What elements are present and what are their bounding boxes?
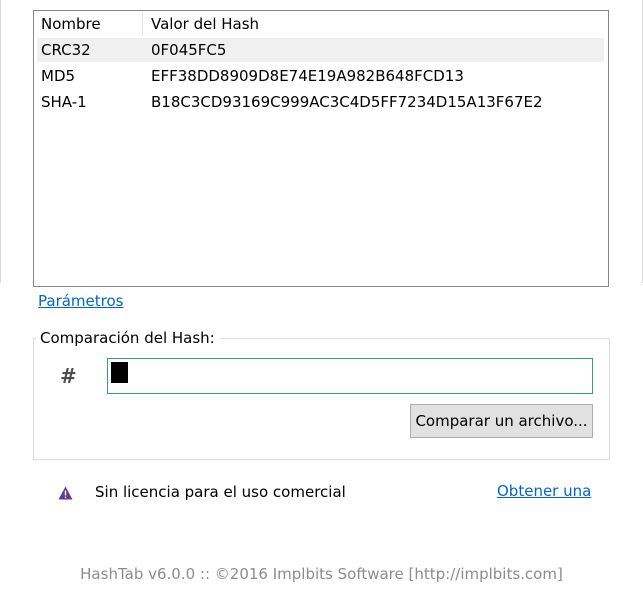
window-left-border <box>0 0 1 283</box>
text-caret <box>111 362 128 383</box>
hash-row-md5[interactable]: MD5 EFF38DD8909D8E74E19A982B648FCD13 <box>37 64 604 88</box>
hash-name: SHA-1 <box>41 93 87 111</box>
warning-icon <box>58 485 73 500</box>
license-notice: Sin licencia para el uso comercial <box>95 483 346 501</box>
hash-row-sha1[interactable]: SHA-1 B18C3CD93169C999AC3C4D5FF7234D15A1… <box>37 90 604 114</box>
compare-file-button[interactable]: Comparar un archivo... <box>410 404 593 438</box>
get-license-link[interactable]: Obtener una <box>497 482 591 500</box>
hash-name: CRC32 <box>41 41 91 59</box>
hash-compare-group <box>33 338 610 460</box>
hash-list-header: Nombre Valor del Hash <box>37 12 604 36</box>
hash-row-crc32[interactable]: CRC32 0F045FC5 <box>37 38 604 62</box>
hash-value: B18C3CD93169C999AC3C4D5FF7234D15A13F67E2 <box>151 93 543 111</box>
column-header-value[interactable]: Valor del Hash <box>151 12 259 36</box>
hash-compare-legend: Comparación del Hash: <box>36 329 220 347</box>
hash-value: 0F045FC5 <box>151 41 227 59</box>
hash-icon: # <box>60 364 77 388</box>
settings-link[interactable]: Parámetros <box>38 292 123 310</box>
hash-name: MD5 <box>41 67 76 85</box>
column-header-name[interactable]: Nombre <box>41 12 101 36</box>
hash-compare-input[interactable] <box>107 358 593 394</box>
footer-credits: HashTab v6.0.0 :: ©2016 Implbits Softwar… <box>80 565 563 583</box>
hash-list[interactable]: Nombre Valor del Hash CRC32 0F045FC5 MD5… <box>33 10 609 287</box>
column-separator[interactable] <box>142 12 143 36</box>
hash-value: EFF38DD8909D8E74E19A982B648FCD13 <box>151 67 464 85</box>
